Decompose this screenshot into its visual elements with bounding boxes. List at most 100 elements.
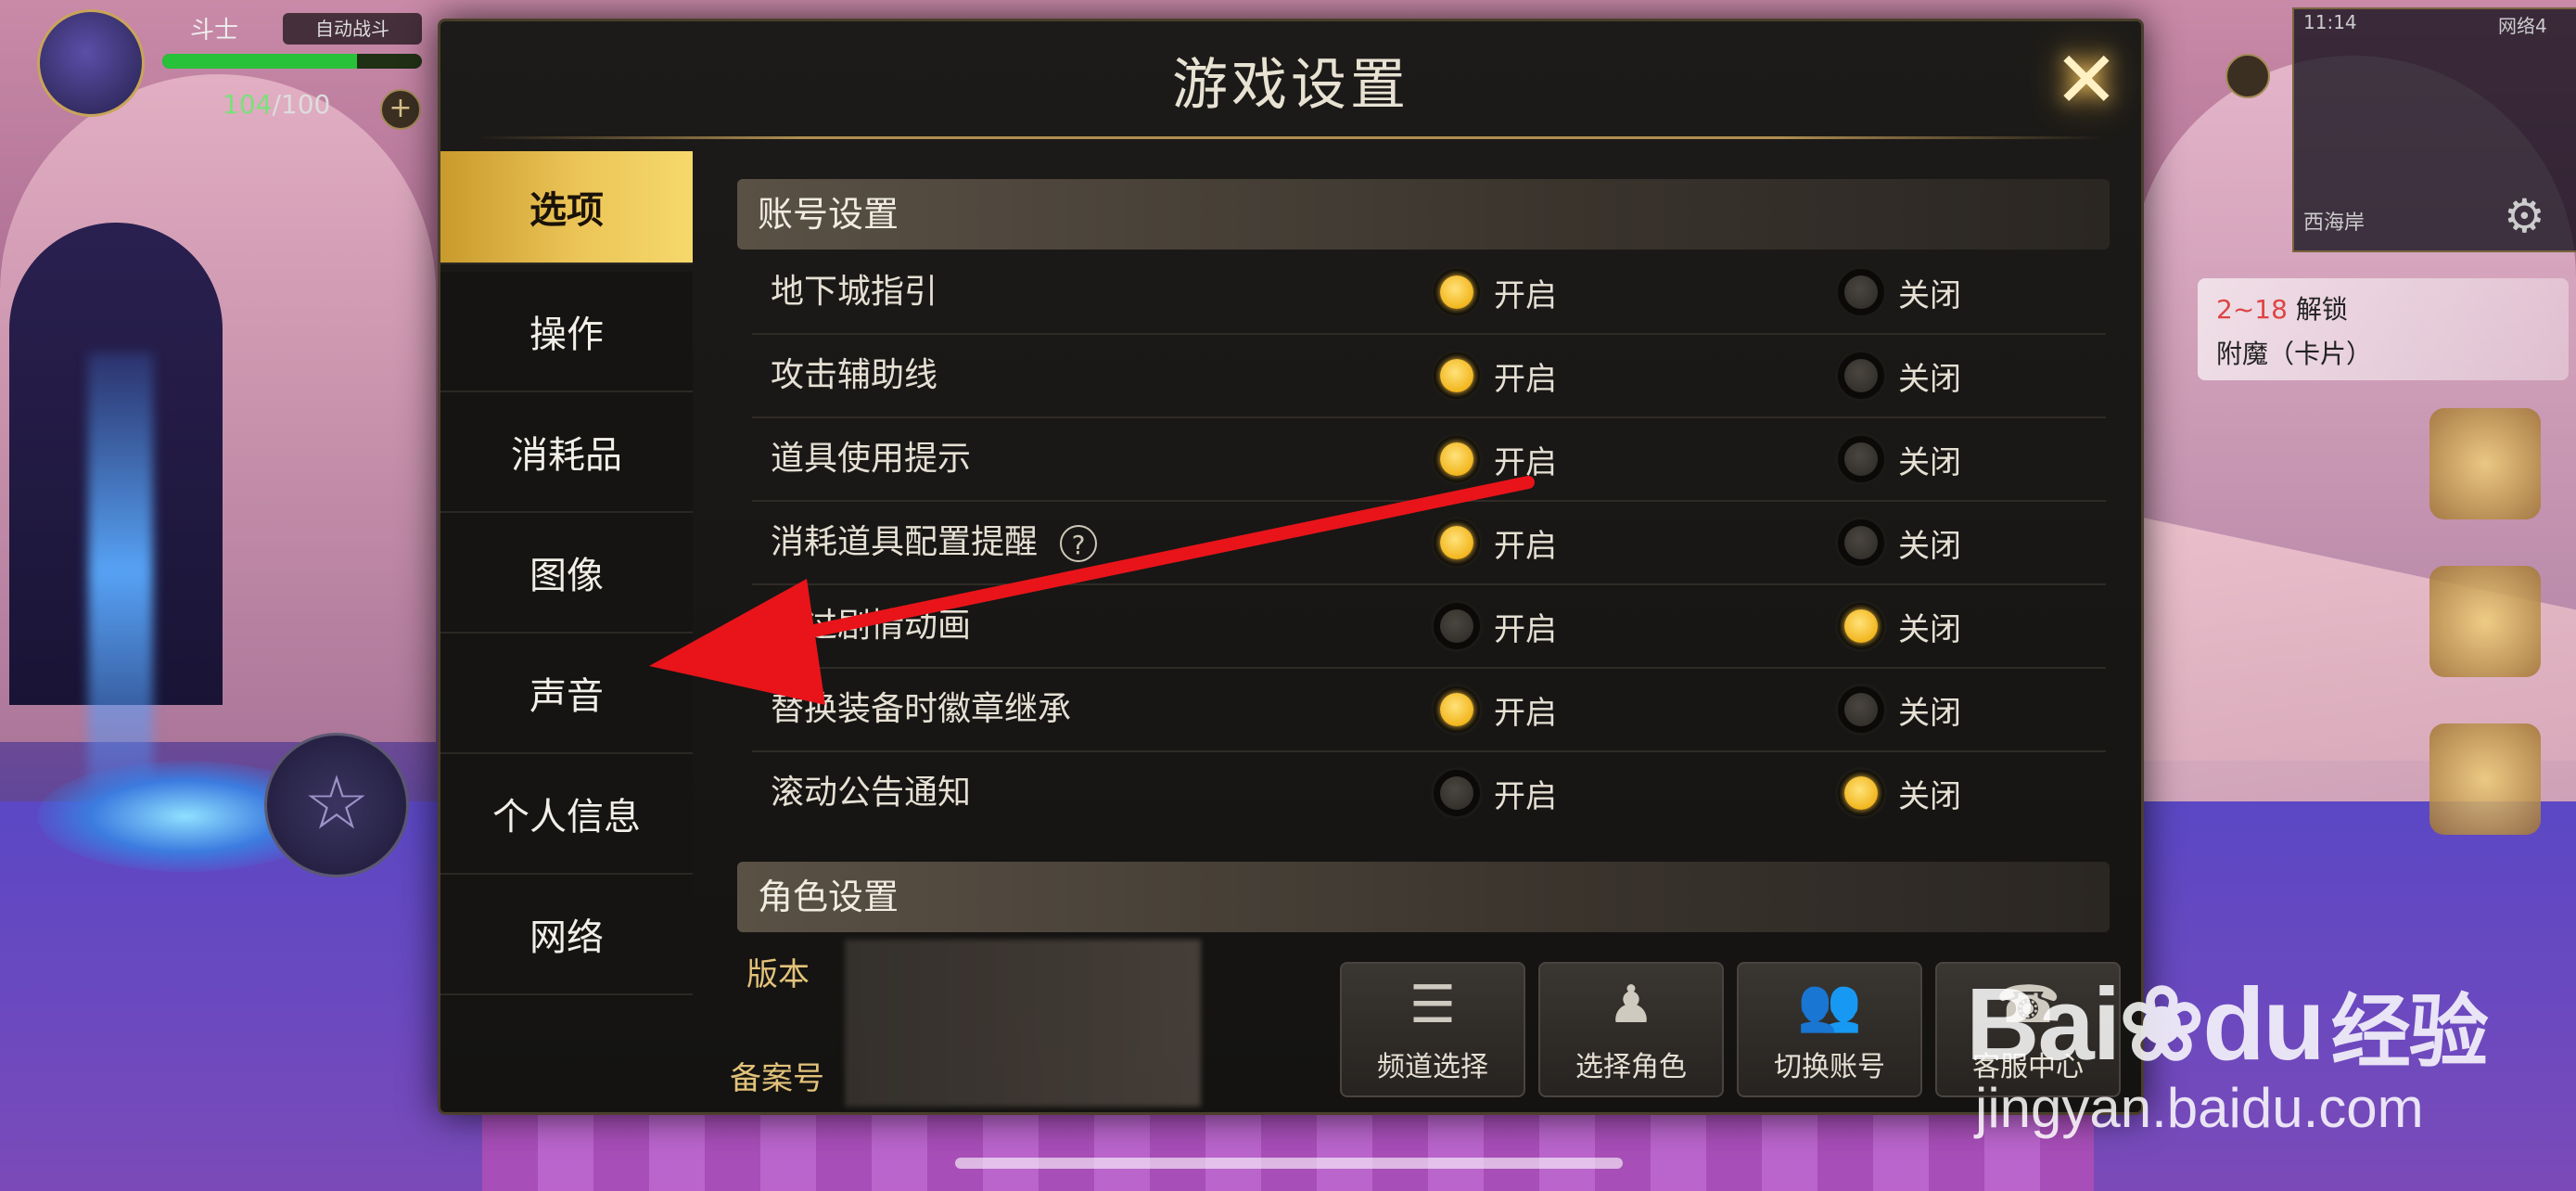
account-settings-list: 地下城指引 开启 关闭 攻击辅助线 开启 关闭 道具使用提示 开启 关闭 消耗道具配置提醒? 开启关… xyxy=(752,251,2106,834)
setting-row: 消耗道具配置提醒? 开启 关闭 xyxy=(752,502,2106,585)
radio-label: 开启 xyxy=(1494,610,1557,648)
radio-option-off[interactable]: 关闭 xyxy=(1835,418,1961,500)
radio-dot xyxy=(1440,442,1473,476)
radio-option-off[interactable]: 关闭 xyxy=(1835,585,1961,667)
tab-5[interactable]: 个人信息 xyxy=(440,754,693,875)
tab-1[interactable]: 操作 xyxy=(440,272,693,392)
status-bar: 11:14 网络4 xyxy=(2303,11,2547,37)
radio-dot xyxy=(1844,442,1878,476)
settings-tabs: 选项操作消耗品图像声音个人信息网络 xyxy=(440,151,693,995)
radio-button[interactable] xyxy=(1431,433,1483,485)
radio-option-on[interactable]: 开启 xyxy=(1431,335,1557,416)
fatigue-max: /100 xyxy=(272,89,331,120)
radio-option-on[interactable]: 开启 xyxy=(1431,585,1557,667)
setting-label-text: 替换装备时徽章继承 xyxy=(771,690,1072,728)
radio-option-on[interactable]: 开启 xyxy=(1431,502,1557,583)
radio-button[interactable] xyxy=(1835,433,1887,485)
close-button[interactable]: ✕ xyxy=(2045,38,2128,122)
setting-row: 攻击辅助线 开启 关闭 xyxy=(752,335,2106,418)
radio-label: 开启 xyxy=(1494,694,1557,732)
radio-label: 关闭 xyxy=(1898,694,1961,732)
radio-button[interactable] xyxy=(1431,350,1483,402)
radio-button[interactable] xyxy=(1835,600,1887,652)
tab-label: 消耗品 xyxy=(511,434,622,477)
radio-button[interactable] xyxy=(1835,350,1887,402)
radio-dot xyxy=(1440,275,1473,309)
fatigue-counter: 104/100 xyxy=(223,89,330,120)
side-menu-icon[interactable] xyxy=(2429,408,2541,519)
list-icon: ☰ xyxy=(1409,975,1457,1035)
radio-label: 开启 xyxy=(1494,443,1557,481)
hp-fill xyxy=(162,54,357,69)
section-header-account: 账号设置 xyxy=(737,179,2110,250)
radio-option-off[interactable]: 关闭 xyxy=(1835,669,1961,750)
radio-label: 关闭 xyxy=(1898,777,1961,815)
gear-icon[interactable]: ⚙ xyxy=(2504,193,2545,239)
radio-label: 关闭 xyxy=(1898,443,1961,481)
radio-option-off[interactable]: 关闭 xyxy=(1835,251,1961,333)
baidu-watermark-logo: Bai❀du经验 xyxy=(1966,967,2489,1082)
radio-label: 关闭 xyxy=(1898,360,1961,398)
tab-label: 图像 xyxy=(529,555,604,597)
radio-option-off[interactable]: 关闭 xyxy=(1835,752,1961,834)
radio-option-off[interactable]: 关闭 xyxy=(1835,502,1961,583)
tab-2[interactable]: 消耗品 xyxy=(440,392,693,513)
radio-button[interactable] xyxy=(1431,684,1483,736)
setting-label-text: 消耗道具配置提醒 xyxy=(771,523,1039,561)
radio-button[interactable] xyxy=(1431,600,1483,652)
radio-label: 关闭 xyxy=(1898,610,1961,648)
auto-battle-button[interactable]: 自动战斗 xyxy=(283,13,422,45)
radio-option-off[interactable]: 关闭 xyxy=(1835,335,1961,416)
setting-row: 道具使用提示 开启 关闭 xyxy=(752,418,2106,502)
radio-dot xyxy=(1440,526,1473,559)
home-indicator xyxy=(955,1158,1623,1169)
tab-4[interactable]: 声音 xyxy=(440,634,693,754)
radio-button[interactable] xyxy=(1431,517,1483,569)
record-number-label: 备案号 xyxy=(730,1060,824,1097)
tab-label: 网络 xyxy=(529,916,604,959)
help-icon[interactable]: ? xyxy=(1060,525,1098,562)
tab-label: 操作 xyxy=(529,314,604,356)
setting-label-text: 地下城指引 xyxy=(771,273,938,311)
fatigue-plus-button[interactable]: + xyxy=(380,89,421,130)
setting-label: 跳过剧情动画 xyxy=(771,585,971,667)
radio-dot xyxy=(1844,776,1878,810)
player-avatar[interactable] xyxy=(37,9,145,117)
footer-button-0[interactable]: ☰ 频道选择 xyxy=(1340,962,1525,1097)
title-divider xyxy=(478,136,2104,139)
settings-dialog: 游戏设置 ✕ 选项 操作 消耗品 图像 声音 个人信息 网络 账号设置 地下城指引 开启 关闭攻… xyxy=(438,19,2144,1115)
version-label: 版本 xyxy=(746,956,810,993)
radio-option-on[interactable]: 开启 xyxy=(1431,251,1557,333)
section-header-role: 角色设置 xyxy=(737,862,2110,932)
tab-label: 选项 xyxy=(529,189,604,232)
radio-button[interactable] xyxy=(1431,767,1483,819)
radio-option-on[interactable]: 开启 xyxy=(1431,669,1557,750)
radio-button[interactable] xyxy=(1835,684,1887,736)
radio-option-on[interactable]: 开启 xyxy=(1431,418,1557,500)
shop-icon[interactable] xyxy=(2225,54,2270,98)
footer-button-label: 频道选择 xyxy=(1377,1051,1488,1083)
radio-button[interactable] xyxy=(1835,517,1887,569)
side-menu-icon[interactable] xyxy=(2429,566,2541,677)
setting-label: 攻击辅助线 xyxy=(771,335,937,416)
radio-button[interactable] xyxy=(1835,767,1887,819)
tab-6[interactable]: 网络 xyxy=(440,875,693,995)
setting-label-text: 道具使用提示 xyxy=(771,440,972,478)
tab-0[interactable]: 选项 xyxy=(440,151,693,264)
setting-label: 滚动公告通知 xyxy=(771,752,971,834)
tab-3[interactable]: 图像 xyxy=(440,513,693,634)
tab-label: 声音 xyxy=(529,675,604,718)
quest-title: 2~18 解锁 xyxy=(2216,289,2348,327)
character-icon: ♟ xyxy=(1607,975,1655,1035)
side-menu-icon[interactable] xyxy=(2429,724,2541,835)
radio-button[interactable] xyxy=(1835,266,1887,318)
radio-button[interactable] xyxy=(1431,266,1483,318)
footer-button-1[interactable]: ♟ 选择角色 xyxy=(1538,962,1724,1097)
radio-dot xyxy=(1844,609,1878,643)
setting-label: 地下城指引 xyxy=(771,251,937,333)
joystick[interactable]: ☆ xyxy=(264,733,409,877)
radio-dot xyxy=(1440,776,1473,810)
radio-option-on[interactable]: 开启 xyxy=(1431,752,1557,834)
radio-dot xyxy=(1844,693,1878,726)
footer-button-2[interactable]: 👥 切换账号 xyxy=(1737,962,1922,1097)
